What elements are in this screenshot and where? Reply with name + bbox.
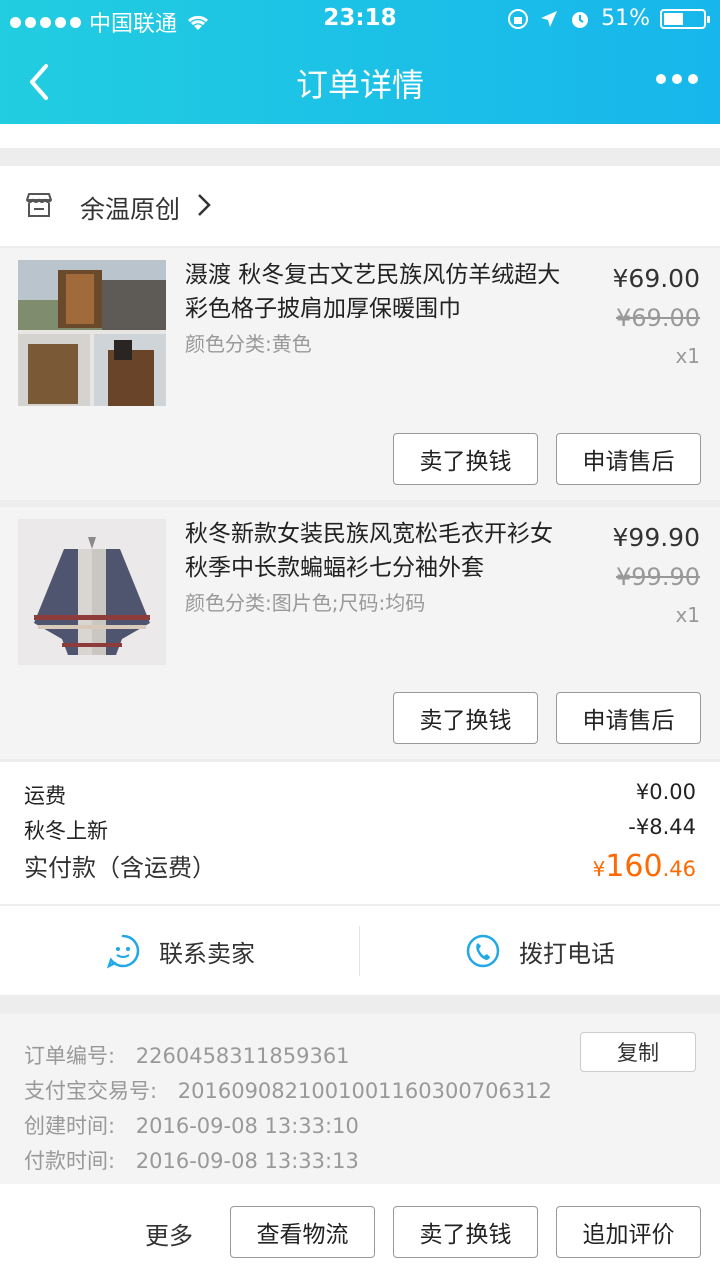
status-right: 51% <box>507 6 710 31</box>
battery-percent: 51% <box>601 6 650 31</box>
shop-row[interactable]: 余温原创 <box>0 166 720 246</box>
alipay-number-label: 支付宝交易号: <box>24 1079 158 1103</box>
previous-section-edge <box>0 124 720 148</box>
total-label: 实付款（含运费） <box>24 854 216 882</box>
after-sale-button[interactable]: 申请售后 <box>556 692 701 744</box>
paid-time-value: 2016-09-08 13:33:13 <box>135 1149 359 1173</box>
scarf-photo-icon <box>18 260 166 406</box>
store-icon <box>26 193 52 217</box>
rotation-lock-icon <box>508 8 529 29</box>
copy-button[interactable]: 复制 <box>580 1032 696 1072</box>
battery-fill <box>664 12 684 25</box>
more-icon[interactable] <box>656 74 698 84</box>
paid-time-label: 付款时间: <box>24 1149 116 1173</box>
view-logistics-button[interactable]: 查看物流 <box>230 1206 375 1258</box>
order-number-value: 2260458311859361 <box>135 1044 350 1068</box>
item-quantity: x1 <box>675 344 700 368</box>
item-price: ¥69.00 <box>612 264 700 293</box>
bottom-action-bar: 更多 查看物流 卖了换钱 追加评价 <box>0 1184 720 1280</box>
order-info: 订单编号: 2260458311859361 复制 支付宝交易号: 201609… <box>0 1014 720 1184</box>
location-icon <box>541 10 558 27</box>
more-button[interactable]: 更多 <box>145 1216 193 1251</box>
paid-time-row: 付款时间: 2016-09-08 13:33:13 <box>24 1145 359 1175</box>
price-summary: 运费 ¥0.00 秋冬上新 -¥8.44 实付款（含运费） ¥160.46 <box>0 762 720 904</box>
total-integer: 160 <box>605 849 663 884</box>
chevron-right-icon[interactable] <box>196 192 212 218</box>
promo-value: -¥8.44 <box>628 815 696 839</box>
navbar: 订单详情 <box>0 44 720 120</box>
contact-seller-label: 联系卖家 <box>159 939 255 968</box>
page-title: 订单详情 <box>295 66 424 104</box>
sell-button[interactable]: 卖了换钱 <box>393 1206 538 1258</box>
order-item: 秋冬新款女装民族风宽松毛衣开衫女 秋季中长款蝙蝠衫七分袖外套 颜色分类:图片色;… <box>0 507 720 759</box>
add-review-button[interactable]: 追加评价 <box>556 1206 701 1258</box>
contact-bar: 联系卖家 拨打电话 <box>0 905 720 995</box>
alipay-number-value: 2016090821001001160300706312 <box>177 1079 552 1103</box>
total-amount: ¥160.46 <box>593 849 696 884</box>
shipping-value: ¥0.00 <box>635 780 696 804</box>
cardigan-photo-icon <box>18 519 166 665</box>
order-number-row: 订单编号: 2260458311859361 <box>24 1040 350 1070</box>
promo-label: 秋冬上新 <box>24 819 108 843</box>
shop-name[interactable]: 余温原创 <box>80 190 180 226</box>
shipping-label: 运费 <box>24 784 66 808</box>
shipping-row: 运费 ¥0.00 <box>24 780 696 810</box>
created-time-row: 创建时间: 2016-09-08 13:33:10 <box>24 1110 359 1140</box>
battery-icon <box>660 8 710 29</box>
order-item: 滠渡 秋冬复古文艺民族风仿羊绒超大彩色格子披肩加厚保暖围巾 颜色分类:黄色 ¥6… <box>0 248 720 500</box>
item-original-price: ¥69.00 <box>616 304 700 332</box>
alipay-number-row: 支付宝交易号: 2016090821001001160300706312 <box>24 1075 552 1105</box>
total-currency: ¥ <box>592 857 606 881</box>
after-sale-button[interactable]: 申请售后 <box>556 433 701 485</box>
total-row: 实付款（含运费） ¥160.46 <box>24 848 696 884</box>
item-quantity: x1 <box>675 603 700 627</box>
item-spec: 颜色分类:图片色;尺码:均码 <box>185 591 426 615</box>
product-image[interactable] <box>18 519 166 665</box>
status-bar: 中国联通 23:18 51% <box>0 0 720 40</box>
phone-icon <box>466 934 500 968</box>
total-decimal: .46 <box>662 857 696 881</box>
header: 中国联通 23:18 51% 订单详情 <box>0 0 720 124</box>
call-phone-label: 拨打电话 <box>519 939 615 968</box>
promo-row: 秋冬上新 -¥8.44 <box>24 815 696 845</box>
created-time-value: 2016-09-08 13:33:10 <box>135 1114 359 1138</box>
item-title[interactable]: 滠渡 秋冬复古文艺民族风仿羊绒超大彩色格子披肩加厚保暖围巾 <box>185 258 570 326</box>
sell-button[interactable]: 卖了换钱 <box>393 692 538 744</box>
order-number-label: 订单编号: <box>24 1044 116 1068</box>
product-image[interactable] <box>18 260 166 406</box>
contact-seller-button[interactable]: 联系卖家 <box>0 906 360 996</box>
created-time-label: 创建时间: <box>24 1114 116 1138</box>
chat-icon <box>106 934 140 969</box>
item-original-price: ¥99.90 <box>616 563 700 591</box>
alarm-icon <box>572 11 589 28</box>
item-spec: 颜色分类:黄色 <box>185 332 312 356</box>
sell-button[interactable]: 卖了换钱 <box>393 433 538 485</box>
call-phone-button[interactable]: 拨打电话 <box>360 906 720 996</box>
item-price: ¥99.90 <box>612 523 700 552</box>
item-title[interactable]: 秋冬新款女装民族风宽松毛衣开衫女 秋季中长款蝙蝠衫七分袖外套 <box>185 517 570 585</box>
